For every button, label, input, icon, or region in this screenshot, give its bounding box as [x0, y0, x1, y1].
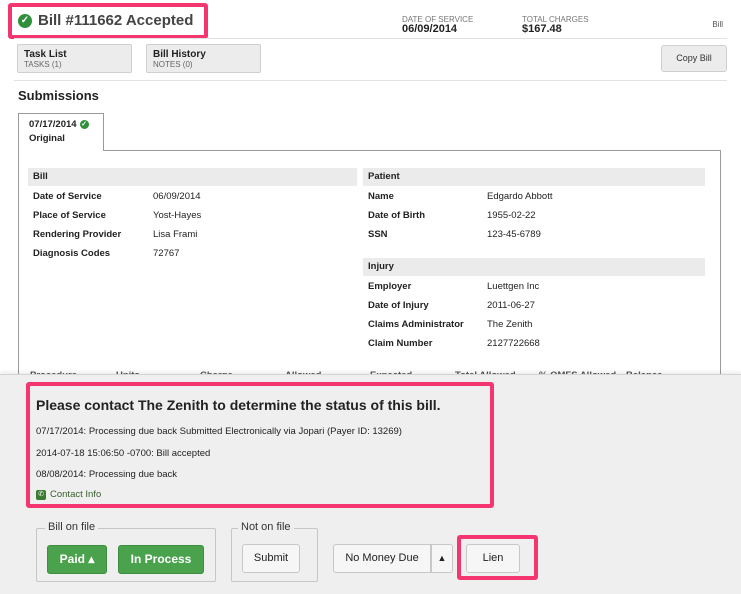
check-circle-icon: ✓ [18, 13, 32, 28]
copy-bill-button[interactable]: Copy Bill [661, 45, 727, 72]
field-value: Yost-Hayes [153, 210, 202, 221]
contact-info-link[interactable]: ✆ Contact Info [36, 489, 101, 500]
field-value: 123-45-6789 [487, 229, 541, 240]
status-event: 08/08/2014: Processing due back [36, 469, 178, 480]
status-event: 2014-07-18 15:06:50 -0700: Bill accepted [36, 448, 211, 459]
field-value: 2011-06-27 [487, 300, 535, 311]
field-value: 1955-02-22 [487, 210, 536, 221]
field-label: Employer [368, 281, 412, 292]
bill-title: Bill #111662 Accepted [38, 12, 194, 29]
field-value: 06/09/2014 [153, 191, 201, 202]
contact-info-label: Contact Info [50, 489, 102, 500]
field-label: Date of Birth [368, 210, 425, 221]
submission-date: 07/17/2014 [29, 119, 77, 130]
patient-section-heading: Patient [363, 168, 705, 186]
field-label: Date of Service [33, 191, 102, 202]
tab-label: Bill History [153, 49, 206, 60]
no-money-due-button[interactable]: No Money Due [333, 544, 431, 573]
tab-sublabel: NOTES (0) [153, 60, 193, 69]
caret-up-icon[interactable]: ▲ [431, 544, 453, 573]
field-value: Luettgen Inc [487, 281, 540, 292]
field-value: Edgardo Abbott [487, 191, 553, 202]
submit-button[interactable]: Submit [242, 544, 300, 573]
tab-task-list[interactable]: Task List TASKS (1) [17, 44, 132, 73]
phone-icon: ✆ [36, 489, 46, 500]
field-label: SSN [368, 229, 388, 240]
not-on-file-legend: Not on file [238, 521, 294, 533]
tabs-divider [14, 80, 727, 81]
field-value: The Zenith [487, 319, 533, 330]
submission-detail-panel: Bill Date of Service 06/09/2014 Place of… [18, 150, 721, 390]
field-value: 2127722668 [487, 338, 540, 349]
field-label: Name [368, 191, 394, 202]
field-label: Date of Injury [368, 300, 429, 311]
bill-on-file-legend: Bill on file [45, 521, 99, 533]
in-process-button[interactable]: In Process [118, 545, 204, 574]
field-value: 72767 [153, 248, 180, 259]
paid-button[interactable]: Paid ▴ [47, 545, 107, 574]
check-circle-icon: ✓ [79, 120, 89, 129]
tab-label: Task List [24, 49, 67, 60]
bill-corner-label: Bill [712, 20, 723, 29]
date-of-service-value: 06/09/2014 [402, 23, 458, 35]
status-event: 07/17/2014: Processing due back Submitte… [36, 426, 402, 437]
field-label: Diagnosis Codes [33, 248, 111, 259]
status-title: Please contact The Zenith to determine t… [36, 397, 441, 413]
tab-bill-history[interactable]: Bill History NOTES (0) [146, 44, 261, 73]
lien-button[interactable]: Lien [466, 544, 520, 573]
field-value: Lisa Frami [153, 229, 198, 240]
field-label: Place of Service [33, 210, 106, 221]
submission-type: Original [29, 133, 65, 144]
field-label: Rendering Provider [33, 229, 122, 240]
field-label: Claims Administrator [368, 319, 464, 330]
page-title: ✓ Bill #111662 Accepted [18, 12, 193, 29]
submissions-title: Submissions [18, 88, 99, 103]
submission-tab-original[interactable]: 07/17/2014 ✓ Original [18, 113, 104, 151]
bill-section-heading: Bill [28, 168, 357, 186]
field-label: Claim Number [368, 338, 433, 349]
total-charges-value: $167.48 [522, 23, 562, 35]
injury-section-heading: Injury [363, 258, 705, 276]
tab-sublabel: TASKS (1) [24, 60, 62, 69]
header-divider [14, 38, 727, 39]
